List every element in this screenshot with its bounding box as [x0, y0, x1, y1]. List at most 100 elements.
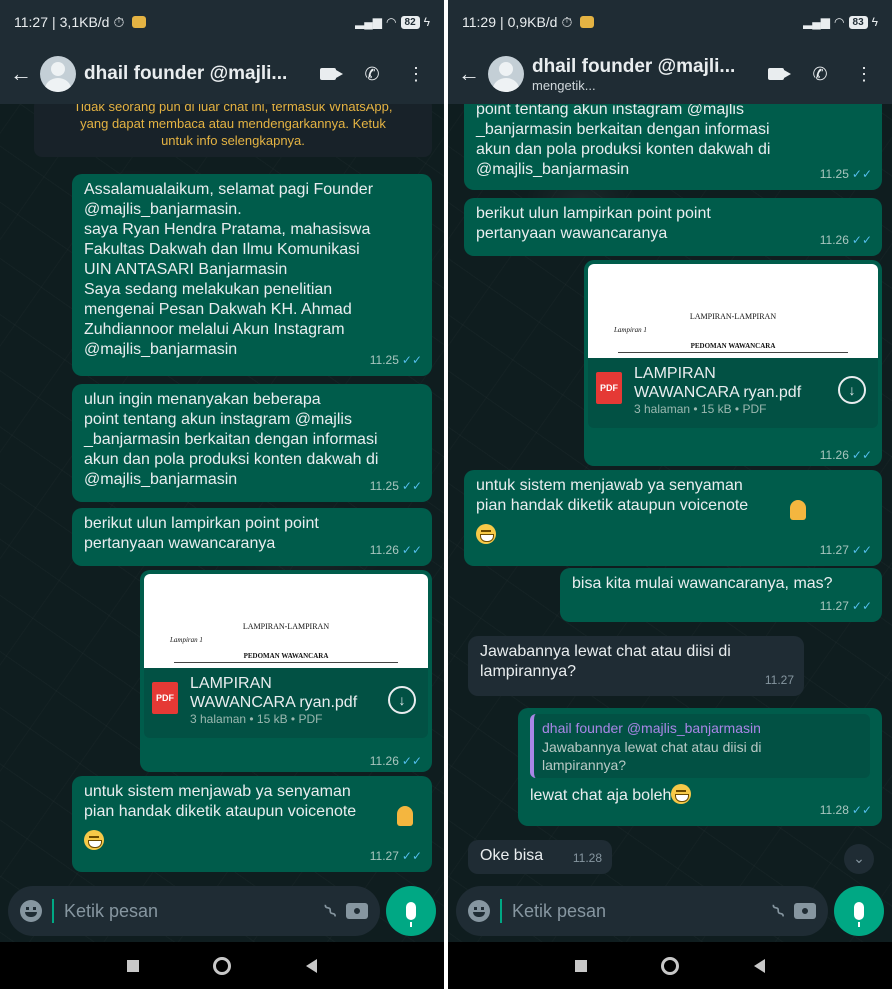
status-speed: 3,1KB/d — [59, 14, 110, 30]
back-nav-icon[interactable] — [305, 958, 317, 973]
message-input[interactable]: Ketik pesan ⌇ — [456, 886, 828, 936]
mic-icon — [406, 902, 416, 927]
attach-icon[interactable]: ⌇ — [319, 898, 343, 923]
mic-icon — [854, 902, 864, 927]
message-text: untuk sistem menjawab ya senyaman pian h… — [84, 783, 357, 820]
recents-icon[interactable] — [127, 959, 140, 972]
document-info: PDF LAMPIRAN WAWANCARA ryan.pdf 3 halama… — [588, 358, 878, 428]
back-arrow-icon[interactable]: ← — [458, 61, 480, 87]
video-call-icon[interactable] — [758, 64, 794, 85]
grinning-emoji — [476, 524, 496, 544]
contact-name: dhail founder @majli... — [84, 63, 288, 84]
thumb-title: LAMPIRAN-LAMPIRAN — [242, 622, 330, 631]
status-bar: 11:29 | 0,9KB/d ⏱ ▂▄▆ ◠ 83 ϟ — [448, 0, 892, 44]
thumb-rule — [174, 662, 398, 663]
emoji-icon[interactable] — [468, 900, 490, 922]
recents-icon[interactable] — [575, 959, 588, 972]
message-text: ulun ingin menanyakan beberapa point ten… — [84, 391, 379, 488]
mic-button[interactable] — [386, 886, 436, 936]
input-placeholder: Ketik pesan — [64, 900, 159, 921]
message-time: 11.26 ✓✓ — [819, 233, 872, 247]
grinning-emoji — [671, 784, 692, 804]
composer: Ketik pesan ⌇ — [8, 884, 436, 938]
message-bubble[interactable]: bisa kita mulai wawancaranya, mas? 11.27… — [560, 568, 882, 622]
grinning-emoji — [84, 830, 104, 850]
message-bubble[interactable]: berikut ulun lampirkan point point perta… — [464, 198, 882, 256]
document-name: LAMPIRAN WAWANCARA ryan.pdf — [634, 365, 802, 401]
contact-title[interactable]: dhail founder @majli... — [84, 63, 302, 85]
read-tick-icon: ✓✓ — [851, 448, 872, 462]
read-tick-icon: ✓✓ — [851, 599, 872, 613]
camera-icon[interactable] — [794, 903, 816, 919]
quoted-author: dhail founder @majlis_banjarmasin — [542, 720, 761, 736]
status-speed: 0,9KB/d — [507, 14, 558, 30]
attach-icon[interactable]: ⌇ — [767, 898, 791, 923]
contact-title[interactable]: dhail founder @majli... mengetik... — [532, 56, 750, 93]
message-time: 11.26 ✓✓ — [369, 754, 422, 768]
thumb-subtitle: Lampiran 1 — [170, 636, 203, 644]
download-icon[interactable]: ↓ — [388, 686, 416, 714]
message-bubble-incoming[interactable]: Jawabannya lewat chat atau diisi di lamp… — [468, 636, 804, 696]
video-call-icon[interactable] — [310, 64, 346, 85]
message-text: berikut ulun lampirkan point point perta… — [476, 205, 711, 242]
message-text: point tentang akun instagram @majlis _ba… — [476, 104, 771, 178]
message-input[interactable]: Ketik pesan ⌇ — [8, 886, 380, 936]
thumb-heading: PEDOMAN WAWANCARA — [690, 342, 776, 350]
message-bubble-incoming[interactable]: Oke bisa 11.28 — [468, 840, 612, 874]
status-bar: 11:27 | 3,1KB/d ⏱ ▂▄▆ ◠ 82 ϟ — [0, 0, 444, 44]
emoji-icon[interactable] — [20, 900, 42, 922]
wifi-icon: ◠ — [834, 15, 845, 29]
battery-icon: 82 — [400, 15, 420, 29]
notification-icon — [132, 16, 147, 28]
encryption-notice[interactable]: Tidak seorang pun di luar chat ini, term… — [34, 104, 432, 157]
alarm-icon: ⏱ — [113, 13, 125, 30]
composer: Ketik pesan ⌇ — [456, 884, 884, 938]
reply-message-bubble[interactable]: dhail founder @majlis_banjarmasin Jawaba… — [518, 708, 882, 826]
mic-button[interactable] — [834, 886, 884, 936]
scroll-down-icon[interactable]: ⌄ — [844, 844, 874, 874]
camera-icon[interactable] — [346, 903, 368, 919]
document-message[interactable]: LAMPIRAN-LAMPIRAN Lampiran 1 PEDOMAN WAW… — [584, 260, 882, 466]
thumb-title: LAMPIRAN-LAMPIRAN — [689, 312, 777, 321]
home-icon[interactable] — [213, 956, 232, 975]
avatar[interactable] — [40, 56, 76, 92]
message-time: 11.28 — [572, 851, 602, 865]
message-bubble[interactable]: ulun ingin menanyakan beberapa point ten… — [72, 384, 432, 502]
message-bubble[interactable]: untuk sistem menjawab ya senyaman pian h… — [72, 776, 432, 872]
read-tick-icon: ✓✓ — [401, 353, 422, 367]
message-bubble[interactable]: point tentang akun instagram @majlis _ba… — [464, 104, 882, 190]
charging-icon: ϟ — [423, 15, 430, 29]
chat-header: ← dhail founder @majli... mengetik... ✆ … — [448, 44, 892, 104]
voice-call-icon[interactable]: ✆ — [802, 64, 838, 85]
download-icon[interactable]: ↓ — [838, 376, 866, 404]
message-bubble[interactable]: untuk sistem menjawab ya senyaman pian h… — [464, 470, 882, 566]
home-icon[interactable] — [661, 956, 680, 975]
chat-header: ← dhail founder @majli... ✆ ⋮ — [0, 44, 444, 104]
document-message[interactable]: LAMPIRAN-LAMPIRAN Lampiran 1 PEDOMAN WAW… — [140, 570, 432, 772]
message-text: Jawabannya lewat chat atau diisi di lamp… — [480, 643, 731, 680]
document-thumbnail[interactable]: LAMPIRAN-LAMPIRAN Lampiran 1 PEDOMAN WAW… — [588, 264, 878, 358]
wifi-icon: ◠ — [386, 15, 397, 29]
avatar[interactable] — [488, 56, 524, 92]
message-text: Assalamualaikum, selamat pagi Founder @m… — [84, 181, 374, 358]
message-bubble[interactable]: Assalamualaikum, selamat pagi Founder @m… — [72, 174, 432, 376]
message-text: untuk sistem menjawab ya senyaman pian h… — [476, 477, 749, 514]
document-meta: 3 halaman • 15 kB • PDF — [190, 712, 323, 726]
message-list[interactable]: point tentang akun instagram @majlis _ba… — [448, 104, 892, 880]
message-time: 11.27 ✓✓ — [369, 849, 422, 863]
thumb-rule — [618, 352, 848, 353]
pdf-icon: PDF — [596, 372, 622, 404]
document-thumbnail[interactable]: LAMPIRAN-LAMPIRAN Lampiran 1 PEDOMAN WAW… — [144, 574, 428, 668]
message-list[interactable]: Tidak seorang pun di luar chat ini, term… — [0, 104, 444, 880]
back-nav-icon[interactable] — [753, 958, 765, 973]
quoted-message[interactable]: dhail founder @majlis_banjarmasin Jawaba… — [530, 714, 870, 778]
voice-call-icon[interactable]: ✆ — [354, 64, 390, 85]
status-time: 11:27 — [14, 14, 48, 30]
more-icon[interactable]: ⋮ — [398, 64, 434, 85]
back-arrow-icon[interactable]: ← — [10, 61, 32, 87]
left-phone-screen: 11:27 | 3,1KB/d ⏱ ▂▄▆ ◠ 82 ϟ ← dhail founde… — [0, 0, 444, 989]
message-bubble[interactable]: berikut ulun lampirkan point point perta… — [72, 508, 432, 566]
quoted-text: Jawabannya lewat chat atau diisi di lamp… — [542, 739, 762, 773]
folded-hands-emoji — [397, 806, 413, 826]
more-icon[interactable]: ⋮ — [846, 64, 882, 85]
